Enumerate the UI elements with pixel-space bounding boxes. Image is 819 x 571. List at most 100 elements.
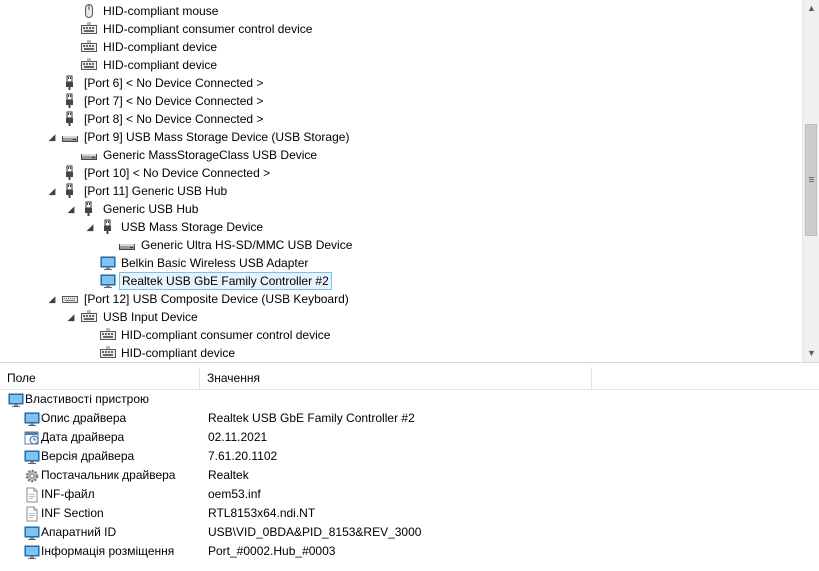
property-group-row[interactable]: Властивості пристрою xyxy=(8,390,808,409)
expand-arrow-icon[interactable]: ◢ xyxy=(48,128,56,146)
property-value: Realtek xyxy=(208,468,249,482)
property-row[interactable]: Інформація розміщення Port_#0002.Hub_#000… xyxy=(0,542,800,561)
keyboard-flat-icon xyxy=(62,291,78,307)
keyboard-icon xyxy=(100,327,116,343)
property-value: RTL8153x64.ndi.NT xyxy=(208,506,316,520)
property-row[interactable]: Постачальник драйвера Realtek xyxy=(0,466,800,485)
tree-item-label: [Port 9] USB Mass Storage Device (USB St… xyxy=(84,130,350,144)
expand-arrow-icon[interactable]: ◢ xyxy=(67,308,75,326)
tree-item[interactable]: HID-compliant device xyxy=(0,38,800,56)
expand-arrow-icon[interactable]: ◢ xyxy=(48,182,56,200)
monitor-icon xyxy=(24,411,40,426)
property-value: oem53.inf xyxy=(208,487,261,501)
tree-item[interactable]: ◢ [Port 9] USB Mass Storage Device (USB S… xyxy=(0,128,800,146)
usb-plug-icon xyxy=(62,75,78,91)
tree-item[interactable]: HID-compliant mouse xyxy=(0,2,800,20)
device-tree[interactable]: HID-compliant mouse HID-compliant consume… xyxy=(0,0,819,363)
mouse-icon xyxy=(81,3,97,19)
tree-item-selected[interactable]: Realtek USB GbE Family Controller #2 xyxy=(0,272,800,290)
tree-item[interactable]: HID-compliant consumer control device xyxy=(0,20,800,38)
tree-item-label: [Port 12] USB Composite Device (USB Keyb… xyxy=(84,292,349,306)
property-row[interactable]: Версія драйвера 7.61.20.1102 xyxy=(0,447,800,466)
tree-item-label: Generic Ultra HS-SD/MMC USB Device xyxy=(141,238,353,252)
tree-item[interactable]: [Port 6] < No Device Connected > xyxy=(0,74,800,92)
usb-plug-icon xyxy=(62,93,78,109)
tree-item-label: HID-compliant consumer control device xyxy=(121,328,331,342)
usb-plug-icon xyxy=(62,165,78,181)
tree-item[interactable]: HID-compliant device xyxy=(0,56,800,74)
tree-item-label: [Port 7] < No Device Connected > xyxy=(84,94,264,108)
tree-item[interactable]: [Port 8] < No Device Connected > xyxy=(0,110,800,128)
property-value: 02.11.2021 xyxy=(208,430,268,444)
property-name: Версія драйвера xyxy=(41,449,135,463)
property-row[interactable]: INF-файл oem53.inf xyxy=(0,485,800,504)
tree-item-label: HID-compliant mouse xyxy=(103,4,219,18)
tree-item-label: HID-compliant device xyxy=(121,346,236,360)
tree-item[interactable]: HID-compliant device xyxy=(0,344,800,362)
tree-item[interactable]: Generic Ultra HS-SD/MMC USB Device xyxy=(0,236,800,254)
document-icon xyxy=(24,487,38,503)
property-name: Опис драйвера xyxy=(41,411,127,425)
vertical-scrollbar[interactable]: ▲ ▼ xyxy=(802,0,819,362)
tree-item[interactable]: ◢ [Port 11] Generic USB Hub xyxy=(0,182,800,200)
tree-item[interactable]: HID-compliant consumer control device xyxy=(0,326,800,344)
property-name: INF Section xyxy=(41,506,104,520)
column-header-field[interactable]: Поле xyxy=(0,367,200,389)
tree-item-label: [Port 11] Generic USB Hub xyxy=(84,184,228,198)
tree-item-label: Realtek USB GbE Family Controller #2 xyxy=(119,272,332,290)
property-name: Дата драйвера xyxy=(41,430,125,444)
property-row[interactable]: Апаратний ID USB\VID_0BDA&PID_8153&REV_30… xyxy=(0,523,800,542)
property-row[interactable]: Опис драйвера Realtek USB GbE Family Cont… xyxy=(0,409,800,428)
expand-arrow-icon[interactable]: ◢ xyxy=(48,290,56,308)
property-name: Інформація розміщення xyxy=(41,544,175,558)
property-value: USB\VID_0BDA&PID_8153&REV_3000 xyxy=(208,525,422,539)
tree-item[interactable]: ◢ USB Input Device xyxy=(0,308,800,326)
keyboard-icon xyxy=(100,345,116,361)
scroll-down-icon[interactable]: ▼ xyxy=(803,345,819,362)
keyboard-icon xyxy=(81,57,97,73)
monitor-icon xyxy=(100,255,116,271)
tree-item-label: USB Mass Storage Device xyxy=(121,220,264,234)
scroll-up-icon[interactable]: ▲ xyxy=(803,0,819,17)
calendar-icon xyxy=(24,430,39,445)
usb-plug-icon xyxy=(62,183,78,199)
properties-header: Поле Значення xyxy=(0,367,819,390)
tree-item[interactable]: ◢ Generic USB Hub xyxy=(0,200,800,218)
tree-item[interactable]: ◢ USB Mass Storage Device xyxy=(0,218,800,236)
document-icon xyxy=(24,506,38,522)
tree-item[interactable]: ◢ [Port 12] USB Composite Device (USB Key… xyxy=(0,290,800,308)
tree-item-label: USB Input Device xyxy=(103,310,198,324)
tree-item-label: HID-compliant device xyxy=(103,40,218,54)
tree-item[interactable]: [Port 7] < No Device Connected > xyxy=(0,92,800,110)
monitor-icon xyxy=(100,273,116,289)
keyboard-icon xyxy=(81,39,97,55)
column-header-value[interactable]: Значення xyxy=(200,367,592,389)
tree-item-label: HID-compliant device xyxy=(103,58,218,72)
tree-item[interactable]: Belkin Basic Wireless USB Adapter xyxy=(0,254,800,272)
usb-plug-icon xyxy=(81,201,97,217)
tree-item-label: [Port 8] < No Device Connected > xyxy=(84,112,264,126)
gear-icon xyxy=(24,468,39,483)
tree-item-label: [Port 6] < No Device Connected > xyxy=(84,76,264,90)
usb-plug-icon xyxy=(62,111,78,127)
property-row[interactable]: INF Section RTL8153x64.ndi.NT xyxy=(0,504,800,523)
property-value: Realtek USB GbE Family Controller #2 xyxy=(208,411,415,425)
drive-icon xyxy=(119,237,135,253)
scroll-thumb[interactable] xyxy=(805,124,817,236)
column-header-empty xyxy=(592,367,819,389)
tree-item-label: [Port 10] < No Device Connected > xyxy=(84,166,271,180)
property-name: Апаратний ID xyxy=(41,525,117,539)
monitor-icon xyxy=(24,525,40,540)
expand-arrow-icon[interactable]: ◢ xyxy=(86,218,94,236)
properties-pane: Поле Значення Властивості пристрою Опис … xyxy=(0,363,819,571)
tree-item[interactable]: [Port 10] < No Device Connected > xyxy=(0,164,800,182)
property-row[interactable]: Дата драйвера 02.11.2021 xyxy=(0,428,800,447)
tree-item[interactable]: Generic MassStorageClass USB Device xyxy=(0,146,800,164)
tree-item-label: Belkin Basic Wireless USB Adapter xyxy=(121,256,309,270)
expand-arrow-icon[interactable]: ◢ xyxy=(67,200,75,218)
grip-icon xyxy=(809,177,814,178)
property-name: INF-файл xyxy=(41,487,95,501)
keyboard-icon xyxy=(81,21,97,37)
property-value: Port_#0002.Hub_#0003 xyxy=(208,544,336,558)
property-name: Постачальник драйвера xyxy=(41,468,176,482)
